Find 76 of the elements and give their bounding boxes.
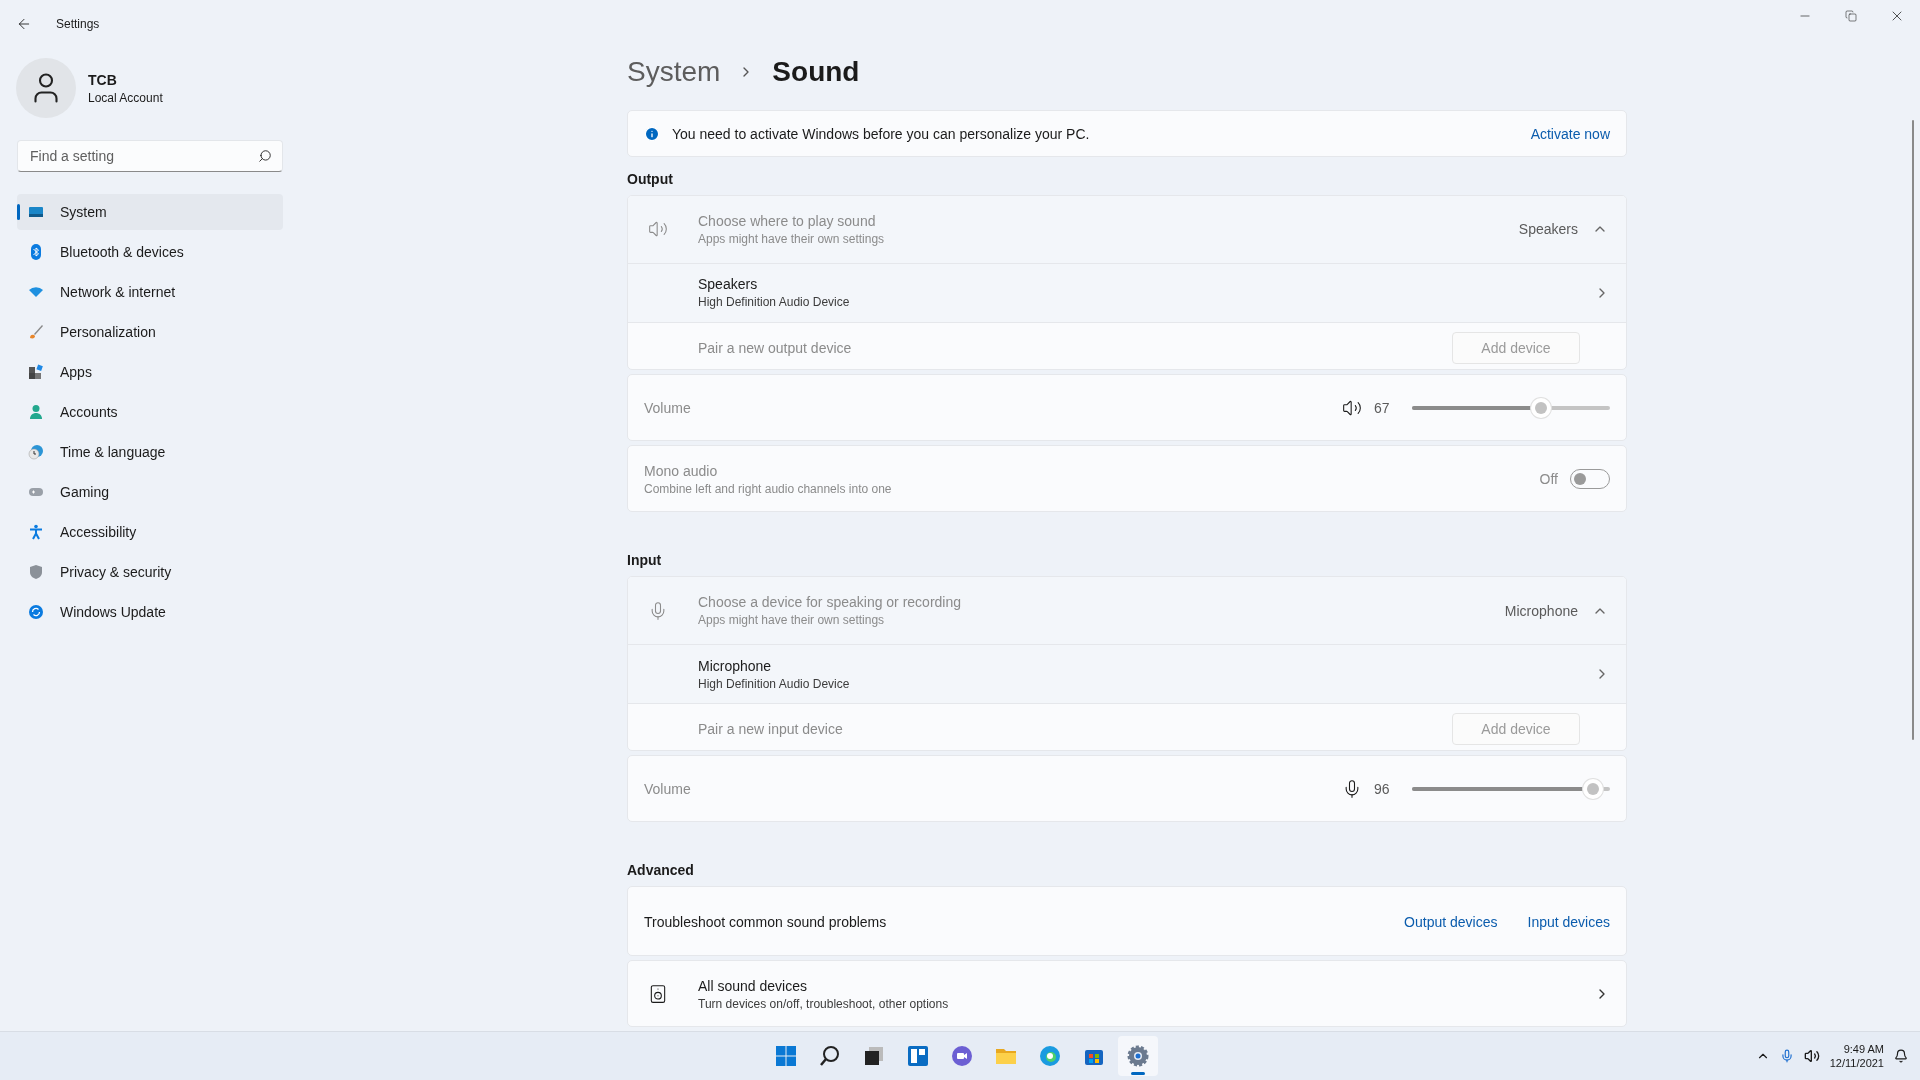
- clock-date[interactable]: 12/11/2021: [1829, 1057, 1884, 1069]
- nav-item[interactable]: Windows Update: [17, 594, 283, 630]
- browser-icon: [1038, 1044, 1062, 1068]
- back-icon[interactable]: [16, 16, 32, 32]
- sync-icon: [28, 604, 44, 620]
- pair-label: Pair a new output device: [698, 339, 853, 356]
- section-heading: Advanced: [627, 862, 695, 879]
- setting-title: Mono audio: [644, 462, 719, 479]
- restore-icon: [1845, 10, 1857, 22]
- volume-label: Volume: [644, 400, 692, 417]
- account-type: Local Account: [88, 90, 163, 105]
- task-view-icon: [862, 1044, 886, 1068]
- volume-reading: 67: [1374, 400, 1391, 417]
- pair-label: Pair a new input device: [698, 721, 844, 738]
- nav-item[interactable]: Privacy & security: [17, 554, 283, 590]
- nav-item[interactable]: Apps: [17, 354, 283, 390]
- nav-item[interactable]: Network & internet: [17, 274, 283, 310]
- chat-icon: [950, 1044, 974, 1068]
- nav-item[interactable]: Gaming: [17, 474, 283, 510]
- account-name: TCB: [88, 71, 118, 88]
- window-title: Settings: [56, 17, 100, 31]
- volume-reading: 96: [1374, 781, 1391, 798]
- bluetooth-icon: [28, 244, 44, 260]
- banner-message: You need to activate Windows before you can personalize your PC.: [672, 126, 1091, 142]
- nav-item[interactable]: Accounts: [17, 394, 283, 430]
- search-field[interactable]: Find a setting: [17, 140, 283, 172]
- nav-item[interactable]: Time & language: [17, 434, 283, 470]
- info-icon: [644, 126, 660, 142]
- globe-clock-icon: [28, 444, 44, 460]
- setting-description: Turn devices on/off, troubleshoot, other options: [698, 996, 950, 1011]
- apps-icon: [28, 364, 44, 380]
- breadcrumb-item: Sound: [772, 56, 860, 88]
- gear-icon: [1126, 1044, 1150, 1068]
- setting-title: All sound devices: [698, 977, 808, 994]
- brush-icon: [28, 324, 44, 340]
- device-description: High Definition Audio Device: [698, 295, 851, 310]
- device-name: Microphone: [698, 657, 773, 674]
- clock-time[interactable]: 9:49 AM: [1843, 1043, 1884, 1055]
- search-icon: [258, 149, 272, 163]
- scrollbar[interactable]: [1911, 120, 1914, 740]
- shield-icon: [28, 564, 44, 580]
- nav-item[interactable]: Accessibility: [17, 514, 283, 550]
- activate-link[interactable]: Activate now: [1530, 126, 1610, 142]
- bell-icon[interactable]: [1894, 1049, 1908, 1063]
- setting-description: Apps might have their own settings: [698, 613, 886, 628]
- search-icon: [818, 1044, 842, 1068]
- microphone-icon[interactable]: [1779, 1049, 1794, 1063]
- device-name: Speakers: [698, 276, 759, 293]
- wifi-icon: [28, 284, 44, 300]
- section-heading: Input: [627, 552, 663, 569]
- section-heading: Output: [627, 170, 674, 187]
- speaker-icon[interactable]: [1803, 1048, 1820, 1064]
- person-icon: [28, 404, 44, 420]
- volume-label: Volume: [644, 781, 692, 798]
- monitor-icon: [28, 204, 44, 220]
- troubleshoot-link[interactable]: Output devices: [1404, 913, 1498, 930]
- setting-title: Choose a device for speaking or recording: [698, 594, 963, 611]
- selected-device: Microphone: [1504, 602, 1578, 619]
- widgets-icon: [906, 1044, 930, 1068]
- selected-device: Speakers: [1518, 221, 1578, 238]
- speaker-icon: [648, 984, 668, 1005]
- device-description: High Definition Audio Device: [698, 676, 851, 691]
- nav-item[interactable]: System: [17, 194, 283, 230]
- troubleshoot-link[interactable]: Input devices: [1527, 913, 1610, 930]
- setting-description: Apps might have their own settings: [698, 231, 886, 246]
- search-input[interactable]: Find a setting: [28, 147, 258, 165]
- windows-logo-icon: [774, 1044, 798, 1068]
- setting-title: Choose where to play sound: [698, 212, 877, 229]
- breadcrumb-item[interactable]: System: [627, 56, 721, 88]
- nav-item[interactable]: Bluetooth & devices: [17, 234, 283, 270]
- accessibility-icon: [28, 524, 44, 540]
- setting-title: Troubleshoot common sound problems: [644, 913, 888, 930]
- setting-description: Combine left and right audio channels into one: [644, 481, 893, 496]
- setting-card[interactable]: All sound devices Turn devices on/off, troubleshoot, other options: [627, 959, 1627, 1027]
- toggle-state: Off: [1539, 471, 1558, 488]
- nav-item[interactable]: Personalization: [17, 314, 283, 350]
